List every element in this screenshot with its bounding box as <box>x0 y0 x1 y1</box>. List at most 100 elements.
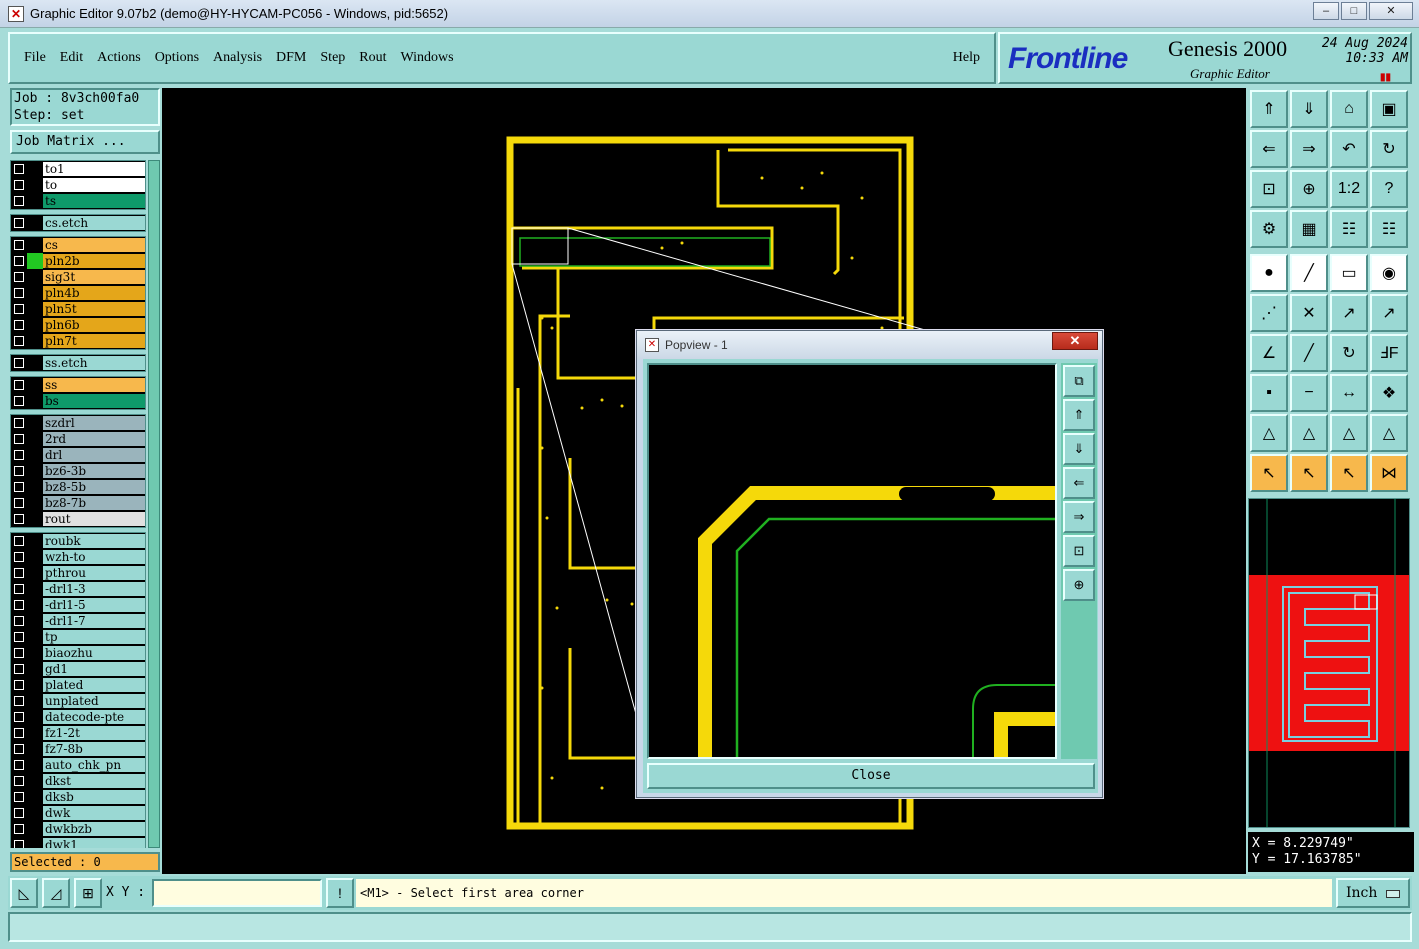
menu-edit[interactable]: Edit <box>60 50 83 66</box>
layer-row[interactable]: auto_chk_pn <box>11 757 145 773</box>
layer-row[interactable]: fz1-2t <box>11 725 145 741</box>
layer-checkbox[interactable] <box>11 269 27 285</box>
popview-down-icon[interactable]: ⇓ <box>1063 433 1095 465</box>
popview-close-x[interactable]: ✕ <box>1052 332 1098 350</box>
pan-right-icon[interactable]: ⇒ <box>1290 130 1328 168</box>
layer-checkbox[interactable] <box>11 355 27 371</box>
layer-checkbox[interactable] <box>11 479 27 495</box>
layer-row[interactable]: pln6b <box>11 317 145 333</box>
grid-mode-icon[interactable]: ⊞ <box>74 878 102 908</box>
layer-checkbox[interactable] <box>11 511 27 527</box>
popview-up-icon[interactable]: ⇑ <box>1063 399 1095 431</box>
layer-checkbox[interactable] <box>11 757 27 773</box>
arc-2-icon[interactable]: △ <box>1290 414 1328 452</box>
popview-center-icon[interactable]: ⊕ <box>1063 569 1095 601</box>
layer-row[interactable]: bz8-7b <box>11 495 145 511</box>
minus-icon[interactable]: − <box>1290 374 1328 412</box>
layer-scrollbar[interactable] <box>148 160 160 848</box>
shapes-icon[interactable]: ❖ <box>1370 374 1408 412</box>
menu-actions[interactable]: Actions <box>97 50 141 66</box>
slash-icon[interactable]: ╱ <box>1290 334 1328 372</box>
layer-row[interactable]: bz8-5b <box>11 479 145 495</box>
layer-work-indicator[interactable] <box>27 393 43 409</box>
layer-row[interactable]: tp <box>11 629 145 645</box>
layer-row[interactable]: -drl1-7 <box>11 613 145 629</box>
pad-icon[interactable]: ● <box>1250 254 1288 292</box>
layer-checkbox[interactable] <box>11 415 27 431</box>
layer-work-indicator[interactable] <box>27 773 43 789</box>
select-area-icon[interactable]: ↖ <box>1290 454 1328 492</box>
alert-icon[interactable]: ! <box>326 878 354 908</box>
popview-right-icon[interactable]: ⇒ <box>1063 501 1095 533</box>
layer-row[interactable]: datecode-pte <box>11 709 145 725</box>
layer-checkbox[interactable] <box>11 773 27 789</box>
menu-options[interactable]: Options <box>155 50 199 66</box>
layer-row[interactable]: pthrou <box>11 565 145 581</box>
layer-checkbox[interactable] <box>11 317 27 333</box>
layer-work-indicator[interactable] <box>27 333 43 349</box>
pause-icon[interactable]: ▮▮ <box>1380 72 1391 83</box>
layer-checkbox[interactable] <box>11 549 27 565</box>
layer-checkbox[interactable] <box>11 377 27 393</box>
minimize-button[interactable]: – <box>1313 2 1339 20</box>
menu-rout[interactable]: Rout <box>359 50 386 66</box>
minimap[interactable] <box>1248 498 1410 828</box>
layer-work-indicator[interactable] <box>27 317 43 333</box>
layer-row[interactable]: ss <box>11 377 145 393</box>
layer-checkbox[interactable] <box>11 447 27 463</box>
popview-zoom-icon[interactable]: ⧉ <box>1063 365 1095 397</box>
layer-work-indicator[interactable] <box>27 237 43 253</box>
layer-work-indicator[interactable] <box>27 377 43 393</box>
layer-work-indicator[interactable] <box>27 533 43 549</box>
layer-work-indicator[interactable] <box>27 597 43 613</box>
layer-work-indicator[interactable] <box>27 355 43 371</box>
layer-work-indicator[interactable] <box>27 629 43 645</box>
arc-3-icon[interactable]: △ <box>1330 414 1368 452</box>
layer-work-indicator[interactable] <box>27 193 43 209</box>
help-icon[interactable]: ? <box>1370 170 1408 208</box>
layer-checkbox[interactable] <box>11 193 27 209</box>
layer-checkbox[interactable] <box>11 613 27 629</box>
layer-checkbox[interactable] <box>11 789 27 805</box>
menu-help[interactable]: Help <box>953 50 980 66</box>
undo-icon[interactable]: ↶ <box>1330 130 1368 168</box>
layer-checkbox[interactable] <box>11 161 27 177</box>
layer-checkbox[interactable] <box>11 333 27 349</box>
layer-work-indicator[interactable] <box>27 821 43 837</box>
popview-left-icon[interactable]: ⇐ <box>1063 467 1095 499</box>
layer-row[interactable]: cs <box>11 237 145 253</box>
snap-mode-icon[interactable]: ◺ <box>10 878 38 908</box>
popview-canvas[interactable] <box>647 363 1057 759</box>
delete-icon[interactable]: ✕ <box>1290 294 1328 332</box>
layer-checkbox[interactable] <box>11 709 27 725</box>
layer-work-indicator[interactable] <box>27 447 43 463</box>
mirror-icon[interactable]: ℲF <box>1370 334 1408 372</box>
layer-checkbox[interactable] <box>11 805 27 821</box>
layer-row[interactable]: pln7t <box>11 333 145 349</box>
layer-row[interactable]: rout <box>11 511 145 527</box>
layer-work-indicator[interactable] <box>27 725 43 741</box>
select-net-icon[interactable]: ⋈ <box>1370 454 1408 492</box>
layer-work-indicator[interactable] <box>27 495 43 511</box>
layer-row[interactable]: cs.etch <box>11 215 145 231</box>
layer-row[interactable]: unplated <box>11 693 145 709</box>
layer-checkbox[interactable] <box>11 237 27 253</box>
layer-row[interactable]: 2rd <box>11 431 145 447</box>
xy-input[interactable] <box>152 879 322 907</box>
layer-checkbox[interactable] <box>11 677 27 693</box>
layer-checkbox[interactable] <box>11 431 27 447</box>
zoom-center-icon[interactable]: ⊕ <box>1290 170 1328 208</box>
circle-icon[interactable]: ◉ <box>1370 254 1408 292</box>
layer-work-indicator[interactable] <box>27 677 43 693</box>
settings-icon[interactable]: ⚙ <box>1250 210 1288 248</box>
layer-row[interactable]: drl <box>11 447 145 463</box>
popview-fit-icon[interactable]: ⊡ <box>1063 535 1095 567</box>
layer-checkbox[interactable] <box>11 661 27 677</box>
ruler-icon[interactable]: ▭ <box>1330 254 1368 292</box>
layer-checkbox[interactable] <box>11 253 27 269</box>
layer-checkbox[interactable] <box>11 597 27 613</box>
layer-checkbox[interactable] <box>11 837 27 848</box>
layer-row[interactable]: dwkbzb <box>11 821 145 837</box>
snap-icon[interactable]: ▪ <box>1250 374 1288 412</box>
layer-row[interactable]: to1 <box>11 161 145 177</box>
